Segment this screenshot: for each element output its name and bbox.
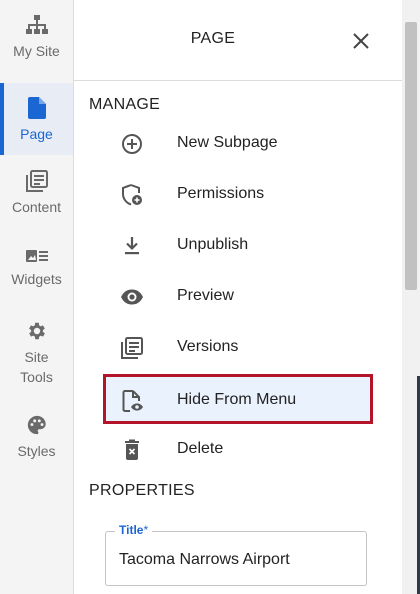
nav-item-styles[interactable]: Styles <box>0 414 73 459</box>
menu-item-label: Delete <box>177 440 224 457</box>
nav-label: Content <box>11 199 62 215</box>
gear-icon <box>28 322 45 340</box>
nav-label: Page <box>20 126 53 142</box>
menu-item-label: Permissions <box>177 185 265 202</box>
title-field-value: Tacoma Narrows Airport <box>119 551 290 568</box>
scrollbar-thumb[interactable] <box>405 22 417 290</box>
download-icon <box>125 237 139 255</box>
widgets-icon <box>25 250 48 262</box>
sitemap-icon <box>25 15 48 34</box>
panel-title: PAGE <box>190 30 236 47</box>
menu-item-new-subpage[interactable]: New Subpage <box>106 122 370 166</box>
menu-item-label: Unpublish <box>177 236 249 253</box>
menu-item-label: Preview <box>177 287 234 304</box>
menu-item-hide-from-menu[interactable]: Hide From Menu <box>103 374 373 424</box>
nav-label: My Site <box>13 43 60 59</box>
nav-label: Site Tools <box>20 349 53 385</box>
nav-item-my-site[interactable]: My Site <box>0 14 73 74</box>
menu-item-label: Hide From Menu <box>177 391 297 408</box>
menu-item-preview[interactable]: Preview <box>106 275 370 319</box>
versions-icon <box>121 337 143 359</box>
content-library-icon <box>25 170 48 192</box>
close-button[interactable] <box>346 28 376 54</box>
eye-icon <box>121 289 143 305</box>
menu-item-permissions[interactable]: Permissions <box>106 173 370 217</box>
required-mark: * <box>143 523 149 537</box>
page-panel: PAGE MANAGE New Subpage Permissions Unpu… <box>74 0 402 594</box>
menu-item-versions[interactable]: Versions <box>106 326 370 370</box>
menu-item-unpublish[interactable]: Unpublish <box>106 224 370 268</box>
manage-section-title: MANAGE <box>89 96 161 113</box>
file-eye-icon <box>122 390 143 412</box>
left-nav: My Site Page Content Widgets Site Tools … <box>0 0 74 594</box>
palette-icon <box>27 415 46 435</box>
nav-label: Styles <box>17 443 56 459</box>
close-icon <box>353 33 369 49</box>
menu-item-label: New Subpage <box>177 134 278 151</box>
panel-header: PAGE <box>74 0 402 81</box>
page-icon <box>27 97 46 119</box>
nav-item-site-tools[interactable]: Site Tools <box>0 320 73 385</box>
title-field-label: Title* <box>115 523 153 537</box>
title-field[interactable]: Title* Tacoma Narrows Airport <box>105 523 367 586</box>
trash-icon <box>125 439 139 460</box>
menu-item-delete[interactable]: Delete <box>106 428 370 472</box>
nav-label: Widgets <box>11 271 62 287</box>
shield-plus-icon <box>122 184 142 206</box>
plus-circle-icon <box>122 134 142 154</box>
properties-section-title: PROPERTIES <box>89 482 195 499</box>
nav-item-page[interactable]: Page <box>0 83 73 155</box>
nav-item-content[interactable]: Content <box>0 170 73 230</box>
menu-item-label: Versions <box>177 338 239 355</box>
nav-item-widgets[interactable]: Widgets <box>0 248 73 308</box>
